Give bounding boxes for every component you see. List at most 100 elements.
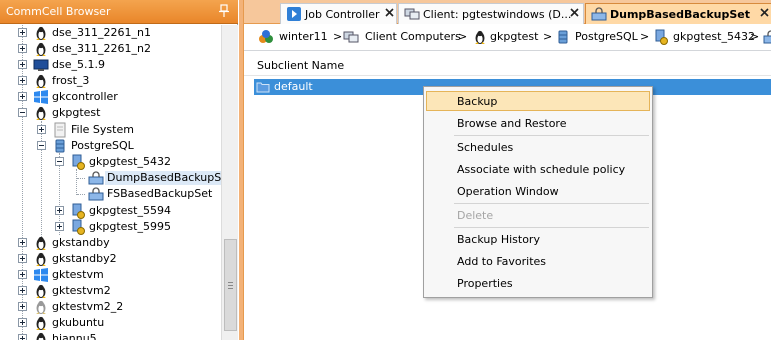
expand-icon[interactable] <box>18 254 27 263</box>
subclient-name: default <box>274 80 313 93</box>
tree-scrollbar[interactable] <box>221 25 238 340</box>
linux-icon <box>475 30 485 44</box>
menu-item-browse-and-restore[interactable]: Browse and Restore <box>426 113 650 133</box>
tree-item-label: gkcontroller <box>52 90 118 103</box>
expand-icon[interactable] <box>18 44 27 53</box>
menu-item-label: Add to Favorites <box>457 255 547 268</box>
tab-job-controller[interactable]: Job Controller <box>280 3 397 24</box>
instance-icon <box>72 203 85 219</box>
linux-icon <box>36 26 46 40</box>
tree-item-gkcontroller[interactable]: gkcontroller <box>0 89 221 105</box>
pin-icon[interactable] <box>218 4 230 18</box>
linux-icon <box>36 252 46 266</box>
expand-icon[interactable] <box>18 92 27 101</box>
menu-separator <box>454 203 649 204</box>
menu-item-label: Browse and Restore <box>457 117 567 130</box>
panel-title: CommCell Browser <box>6 5 111 18</box>
linux-icon <box>36 284 46 298</box>
tree-item-gktestvm2-2[interactable]: gktestvm2_2 <box>0 299 221 315</box>
breadcrumb-item[interactable]: gkpgtest <box>490 30 538 43</box>
close-icon[interactable] <box>385 8 394 17</box>
collapse-icon[interactable] <box>55 157 64 166</box>
close-icon[interactable] <box>570 8 579 17</box>
expand-icon[interactable] <box>18 286 27 295</box>
menu-item-properties[interactable]: Properties <box>426 273 650 293</box>
linux-icon <box>36 332 46 340</box>
tree-item-gkpgtest-5432[interactable]: gkpgtest_5432 <box>0 154 221 170</box>
tree-item-dse-311-2261-n1[interactable]: dse_311_2261_n1 <box>0 25 221 41</box>
tree-item-label: File System <box>71 123 134 136</box>
client-computers-icon <box>343 31 359 43</box>
tree-item-gkpgtest[interactable]: gkpgtest <box>0 105 221 121</box>
menu-item-add-to-favorites[interactable]: Add to Favorites <box>426 251 650 271</box>
menu-item-label: Backup <box>457 95 498 108</box>
menu-item-label: Delete <box>457 209 494 222</box>
expand-icon[interactable] <box>18 318 27 327</box>
menu-item-operation-window[interactable]: Operation Window <box>426 181 650 201</box>
tab-bar: Job Controller Client: pgtestwindows (D.… <box>244 0 771 24</box>
expand-icon[interactable] <box>55 206 64 215</box>
linux-icon <box>36 236 46 250</box>
tree-item-gktestvm2[interactable]: gktestvm2 <box>0 283 221 299</box>
collapse-icon[interactable] <box>18 108 27 117</box>
context-menu: Backup Browse and Restore Schedules Asso… <box>423 86 653 298</box>
expand-icon[interactable] <box>18 270 27 279</box>
tree-item-frost-3[interactable]: frost_3 <box>0 73 221 89</box>
tab-dumpbasedbackupset[interactable]: DumpBasedBackupSet <box>585 3 771 24</box>
tree-item-gkstandby2[interactable]: gkstandby2 <box>0 251 221 267</box>
close-icon[interactable] <box>760 8 769 17</box>
tree-item-gkstandby[interactable]: gkstandby <box>0 235 221 251</box>
tree-item-dse-311-2261-n2[interactable]: dse_311_2261_n2 <box>0 41 221 57</box>
tree-item-label: gkstandby <box>52 236 110 249</box>
breadcrumb-item[interactable]: gkpgtest_5432 <box>673 30 755 43</box>
tree-item-gkubuntu[interactable]: gkubuntu <box>0 315 221 331</box>
tree-item-dse-5-1-9[interactable]: dse_5.1.9 <box>0 57 221 73</box>
tree-item-label: hiannu5 <box>52 332 97 340</box>
tree-item-gktestvm[interactable]: gktestvm <box>0 267 221 283</box>
tree-item-label: gkstandby2 <box>52 252 117 265</box>
breadcrumb-item[interactable]: Client Computers <box>365 30 461 43</box>
expand-icon[interactable] <box>37 125 46 134</box>
linux-icon <box>36 300 46 314</box>
expand-icon[interactable] <box>18 302 27 311</box>
expand-icon[interactable] <box>18 60 27 69</box>
database-icon <box>55 139 65 153</box>
expand-icon[interactable] <box>18 28 27 37</box>
breadcrumb-item[interactable]: PostgreSQL <box>575 30 638 43</box>
column-header[interactable]: Subclient Name <box>244 52 771 76</box>
expand-icon[interactable] <box>18 334 27 340</box>
windows-icon <box>34 268 48 282</box>
menu-item-schedules[interactable]: Schedules <box>426 137 650 157</box>
menu-item-associate-with-schedule-policy[interactable]: Associate with schedule policy <box>426 159 650 179</box>
tree-item-fsbasedbackupset[interactable]: FSBasedBackupSet <box>0 186 221 202</box>
tree-item-label: DumpBasedBackupSet <box>105 171 221 185</box>
instance-icon <box>72 154 85 170</box>
tab-client-pgtestwindows[interactable]: Client: pgtestwindows (D... <box>398 3 584 24</box>
tree-item-label: FSBasedBackupSet <box>107 187 213 200</box>
menu-item-label: Backup History <box>457 233 540 246</box>
tree-item-file-system[interactable]: File System <box>0 122 221 138</box>
backupset-icon <box>88 171 104 185</box>
menu-item-delete: Delete <box>426 205 650 225</box>
commcell-browser-panel: CommCell Browser dse_311_2261_n1 dse_311… <box>0 0 238 340</box>
linux-icon <box>36 106 46 120</box>
menu-separator <box>454 227 649 228</box>
expand-icon[interactable] <box>18 76 27 85</box>
tree-item-postgresql[interactable]: PostgreSQL <box>0 138 221 154</box>
backupset-icon <box>88 187 104 201</box>
menu-separator <box>454 135 649 136</box>
collapse-icon[interactable] <box>37 141 46 150</box>
tree-item-dumpbasedbackupset[interactable]: DumpBasedBackupSet <box>0 170 221 186</box>
expand-icon[interactable] <box>18 238 27 247</box>
tree-item-gkpgtest-5995[interactable]: gkpgtest_5995 <box>0 219 221 235</box>
tree-item-gkpgtest-5594[interactable]: gkpgtest_5594 <box>0 203 221 219</box>
monitor-icon <box>33 59 49 71</box>
breadcrumb-separator: > <box>458 30 468 43</box>
menu-item-backup[interactable]: Backup <box>426 91 650 111</box>
menu-item-backup-history[interactable]: Backup History <box>426 229 650 249</box>
tree-item-hiannu5[interactable]: hiannu5 <box>0 331 221 340</box>
breadcrumb-item[interactable]: winter11 <box>279 30 328 43</box>
breadcrumb-separator: > <box>543 30 553 43</box>
expand-icon[interactable] <box>55 222 64 231</box>
scrollbar-thumb[interactable] <box>224 239 237 331</box>
